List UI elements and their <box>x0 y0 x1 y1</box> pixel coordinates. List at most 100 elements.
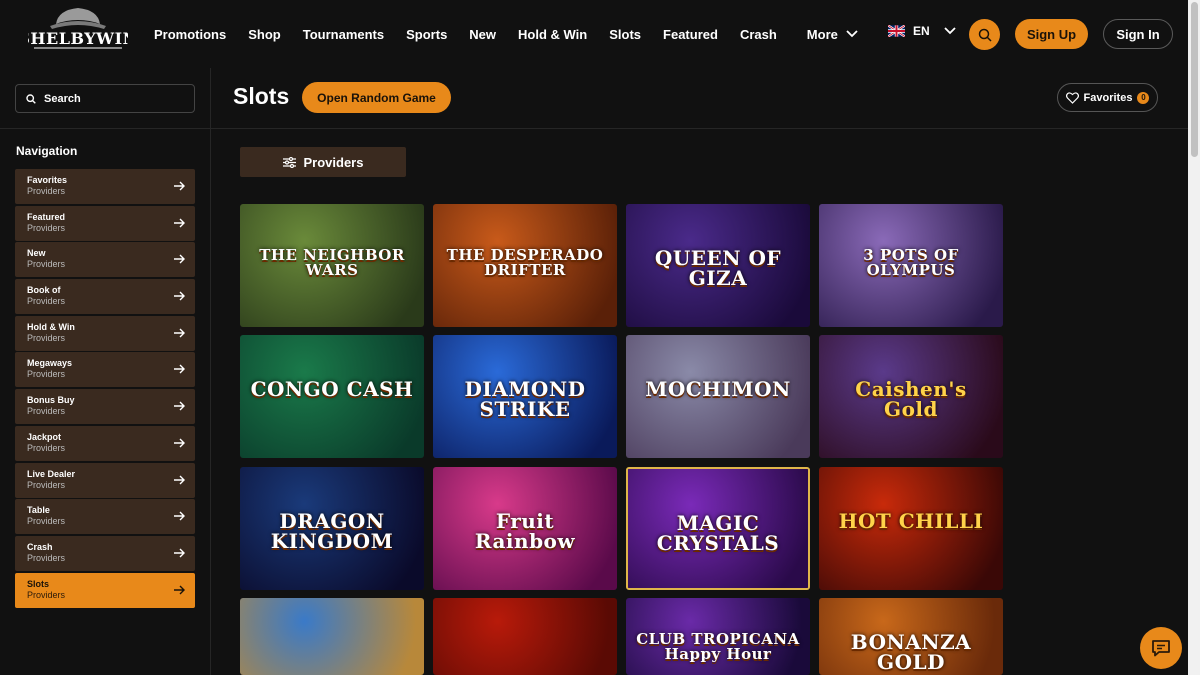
game-thumbnail <box>433 598 617 675</box>
sidebar-item-sublabel: Providers <box>27 479 66 490</box>
game-title: MAGIC CRYSTALS <box>656 511 780 555</box>
nav-crash[interactable]: Crash <box>740 27 777 42</box>
sign-in-button[interactable]: Sign In <box>1103 19 1173 49</box>
game-tile[interactable]: DIAMOND STRIKE <box>433 335 617 458</box>
nav-slots[interactable]: Slots <box>609 27 641 42</box>
favorites-button[interactable]: Favorites 0 <box>1057 83 1158 112</box>
chevron-down-icon <box>944 27 956 35</box>
arrow-right-icon <box>174 585 185 595</box>
sidebar-item-table[interactable]: Table Providers <box>15 499 195 535</box>
game-tile[interactable]: QUEEN OF GIZA <box>626 204 810 327</box>
sidebar-item-jackpot[interactable]: Jackpot Providers <box>15 425 195 461</box>
nav-sports[interactable]: Sports <box>406 27 447 42</box>
game-tile[interactable]: BONANZA GOLD <box>819 598 1003 675</box>
search-icon <box>978 28 992 42</box>
page-scrollbar[interactable] <box>1188 0 1200 675</box>
game-title: BONANZA GOLD <box>850 630 972 674</box>
game-tile[interactable]: CONGO CASH <box>240 335 424 458</box>
nav-tournaments[interactable]: Tournaments <box>303 27 384 42</box>
sidebar-item-sublabel: Providers <box>27 589 66 600</box>
sidebar-item-hold-win[interactable]: Hold & Win Providers <box>15 315 195 351</box>
nav-hold-win[interactable]: Hold & Win <box>518 27 587 42</box>
scrollbar-thumb[interactable] <box>1191 2 1198 157</box>
sliders-icon <box>282 156 296 168</box>
game-tile[interactable]: THE DESPERADO DRIFTER <box>433 204 617 327</box>
sidebar-item-label: Live Dealer <box>27 468 76 479</box>
game-tile[interactable]: Caishen's Gold <box>819 335 1003 458</box>
game-title: 3 POTS OF OLYMPUS <box>863 246 959 279</box>
game-tile[interactable] <box>240 598 424 675</box>
game-tile[interactable]: MAGIC CRYSTALS <box>626 467 810 590</box>
uk-flag-icon <box>888 25 905 37</box>
language-code: EN <box>913 24 930 38</box>
game-title: Fruit Rainbow <box>474 509 576 553</box>
open-random-game-button[interactable]: Open Random Game <box>302 82 451 113</box>
sidebar-item-label: Hold & Win <box>27 321 75 332</box>
sidebar-nav-list: Favorites Providers Featured Providers New Pr… <box>15 169 195 609</box>
game-title: DIAMOND STRIKE <box>464 377 586 421</box>
live-chat-button[interactable] <box>1140 627 1182 669</box>
sign-up-button[interactable]: Sign Up <box>1015 19 1088 49</box>
sidebar-item-slots[interactable]: Slots Providers <box>15 572 195 608</box>
sidebar-item-favorites[interactable]: Favorites Providers <box>15 169 195 204</box>
svg-text:SHELBYWIN: SHELBYWIN <box>28 29 128 48</box>
nav-featured[interactable]: Featured <box>663 27 718 42</box>
nav-new[interactable]: New <box>469 27 496 42</box>
sidebar-item-label: Featured <box>27 211 66 222</box>
game-title: DRAGON KINGDOM <box>270 509 394 553</box>
game-title: QUEEN OF GIZA <box>654 246 782 290</box>
sidebar-item-book-of[interactable]: Book of Providers <box>15 279 195 315</box>
game-tile[interactable]: MOCHIMON <box>626 335 810 458</box>
game-tile[interactable]: DRAGON KINGDOM <box>240 467 424 590</box>
sidebar-item-sublabel: Providers <box>27 259 66 270</box>
providers-filter-button[interactable]: Providers <box>240 147 406 177</box>
sidebar-search-input[interactable]: Search <box>15 84 195 113</box>
game-tile[interactable]: 3 POTS OF OLYMPUS <box>819 204 1003 327</box>
heart-icon <box>1065 91 1079 104</box>
arrow-right-icon <box>174 364 185 374</box>
sidebar-item-featured[interactable]: Featured Providers <box>15 205 195 241</box>
game-tile[interactable] <box>433 598 617 675</box>
providers-label: Providers <box>303 154 364 170</box>
header-search-button[interactable] <box>969 19 1000 50</box>
arrow-right-icon <box>174 548 185 558</box>
game-tile[interactable]: HOT CHILLI <box>819 467 1003 590</box>
page-title: Slots <box>233 83 290 109</box>
sidebar-item-sublabel: Providers <box>27 186 66 196</box>
sidebar-separator <box>0 128 210 129</box>
top-bar: SHELBYWIN Promotions Shop Tournaments Sp… <box>0 0 1188 68</box>
sidebar-item-label: Bonus Buy <box>27 395 75 406</box>
arrow-right-icon <box>174 218 185 228</box>
sidebar-item-bonus-buy[interactable]: Bonus Buy Providers <box>15 389 195 425</box>
navigation-heading: Navigation <box>16 144 78 158</box>
sidebar-item-label: Slots <box>27 578 50 589</box>
game-tile[interactable]: THE NEIGHBOR WARS <box>240 204 424 327</box>
game-tile[interactable]: Fruit Rainbow <box>433 467 617 590</box>
sidebar-item-crash[interactable]: Crash Providers <box>15 535 195 571</box>
sidebar-item-sublabel: Providers <box>27 552 66 563</box>
arrow-right-icon <box>174 291 185 301</box>
main-nav: Promotions Shop Tournaments Sports New H… <box>154 0 880 68</box>
search-icon <box>26 93 36 104</box>
sidebar-item-new[interactable]: New Providers <box>15 242 195 278</box>
arrow-right-icon <box>174 475 185 484</box>
sidebar-item-megaways[interactable]: Megaways Providers <box>15 352 195 388</box>
language-selector[interactable]: EN <box>888 24 956 38</box>
game-title: THE NEIGHBOR WARS <box>259 246 405 279</box>
sidebar-item-sublabel: Providers <box>27 516 66 527</box>
arrow-right-icon <box>174 181 185 191</box>
sidebar-item-label: Megaways <box>27 358 73 369</box>
nav-shop[interactable]: Shop <box>248 27 281 42</box>
game-thumbnail <box>240 598 424 675</box>
nav-promotions[interactable]: Promotions <box>154 27 226 42</box>
brand-logo[interactable]: SHELBYWIN <box>18 2 137 62</box>
arrow-right-icon <box>174 328 185 338</box>
nav-more[interactable]: More <box>807 27 858 42</box>
arrow-right-icon <box>174 438 185 448</box>
sidebar-item-label: Table <box>27 505 50 516</box>
arrow-right-icon <box>174 254 185 264</box>
game-tile[interactable]: CLUB TROPICANA Happy Hour <box>626 598 810 675</box>
sidebar-item-sublabel: Providers <box>27 406 66 417</box>
game-title: THE DESPERADO DRIFTER <box>446 246 604 279</box>
sidebar-item-live-dealer[interactable]: Live Dealer Providers <box>15 462 195 498</box>
